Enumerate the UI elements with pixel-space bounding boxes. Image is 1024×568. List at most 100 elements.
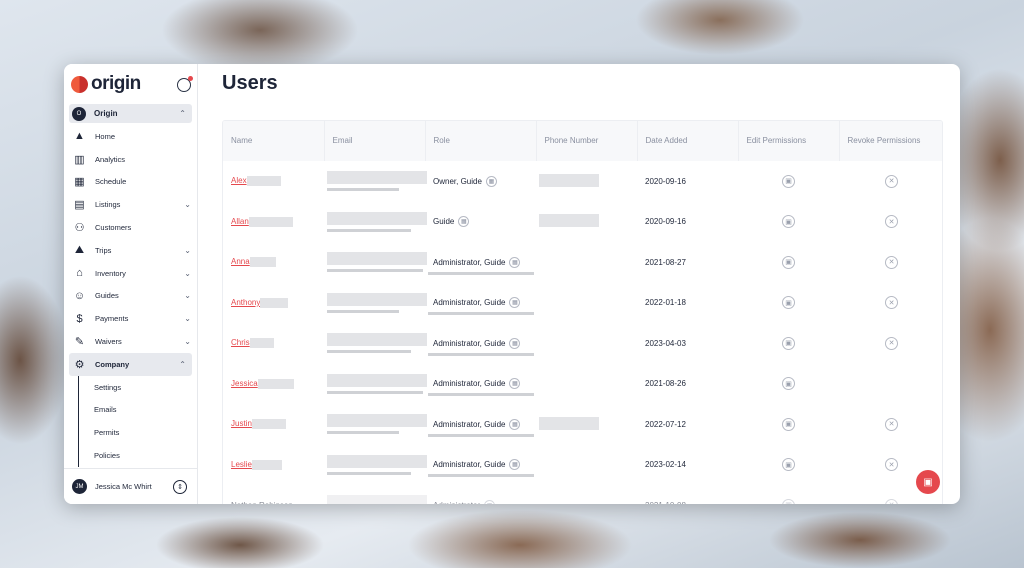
edit-permissions-cell: ▣ <box>738 404 839 445</box>
chevron-down-icon: ⌄ <box>184 337 191 347</box>
role-underline <box>428 474 534 477</box>
sidebar-item-label: Waivers <box>95 337 122 347</box>
listing-icon: ▤ <box>74 199 85 212</box>
lock-icon[interactable]: ▣ <box>782 336 795 350</box>
waiver-icon: ✎ <box>74 336 85 349</box>
lock-icon[interactable]: ▣ <box>782 417 795 431</box>
trash-icon[interactable]: ✕ <box>885 255 898 269</box>
role-text: Administrator, Guide <box>433 338 506 348</box>
gear-icon: ⚙ <box>74 358 85 371</box>
trash-icon[interactable]: ✕ <box>885 215 898 229</box>
sidebar-item-label: Listings <box>95 200 121 210</box>
sidebar-item-listings[interactable]: ▤ Listings ⌄ <box>64 193 197 216</box>
redacted-surname <box>251 419 286 430</box>
org-switcher[interactable]: O Origin ⌃ <box>69 104 192 123</box>
role-cell: Administrator ▦ <box>425 485 536 504</box>
sidebar-item-label: Inventory <box>95 268 126 278</box>
column-header[interactable]: Date Added <box>637 121 739 161</box>
redacted-email-underline <box>327 471 411 475</box>
sidebar-item-label: Analytics <box>95 154 126 164</box>
trash-icon[interactable]: ✕ <box>885 336 898 350</box>
org-label: Origin <box>94 109 118 118</box>
role-text: Owner, Guide <box>433 176 482 186</box>
lock-icon[interactable]: ▣ <box>782 174 795 188</box>
date-cell: 2020-09-16 <box>645 217 686 227</box>
chat-button[interactable]: ▣ <box>916 470 940 494</box>
sidebar-subitem-emails[interactable]: Emails <box>79 399 197 422</box>
column-header[interactable]: Phone Number <box>536 121 638 161</box>
sidebar-item-schedule[interactable]: ▦ Schedule <box>64 171 197 194</box>
column-header[interactable]: Email <box>324 121 426 161</box>
trash-icon[interactable]: ✕ <box>885 498 898 504</box>
user-name-link[interactable]: Jessica <box>231 379 258 388</box>
lock-icon[interactable]: ▣ <box>782 498 795 504</box>
user-name-link[interactable]: Alex <box>231 176 247 185</box>
edit-role-icon[interactable]: ▦ <box>509 378 521 390</box>
chevron-down-icon: ⌄ <box>184 291 191 301</box>
user-name-link[interactable]: Anna <box>231 257 250 266</box>
trash-icon[interactable]: ✕ <box>885 417 898 431</box>
lock-icon[interactable]: ▣ <box>782 296 795 310</box>
sidebar-subitem-policies[interactable]: Policies <box>79 444 197 467</box>
sidebar-item-company[interactable]: ⚙ Company ⌃ <box>69 352 192 376</box>
trash-icon[interactable]: ✕ <box>885 174 898 188</box>
sidebar-item-trips[interactable]: ⛰ Trips ⌄ <box>64 239 197 262</box>
expand-toggle-icon[interactable]: ⇕ <box>173 479 187 494</box>
lock-icon[interactable]: ▣ <box>782 255 795 269</box>
chevron-up-icon: ⌃ <box>179 109 186 118</box>
column-header[interactable]: Edit Permissions <box>738 121 840 161</box>
name-cell: Chris <box>223 323 324 364</box>
revoke-permissions-cell: ✕ <box>839 283 942 324</box>
role-cell: Guide ▦ <box>425 202 536 243</box>
user-name-link[interactable]: Chris <box>231 338 250 347</box>
user-name-link[interactable]: Justin <box>231 419 252 428</box>
notifications-icon[interactable] <box>177 76 193 92</box>
role-cell: Administrator, Guide ▦ <box>425 283 536 324</box>
column-header[interactable]: Name <box>223 121 325 161</box>
edit-role-icon[interactable]: ▦ <box>458 216 470 228</box>
user-name-link[interactable]: Allan <box>231 217 249 226</box>
table-row: Jessica Administrator, Guide ▦ 2021-08-26 ▣ <box>223 364 942 405</box>
edit-role-icon[interactable]: ▦ <box>509 297 521 309</box>
sidebar-item-customers[interactable]: ⚇ Customers <box>64 216 197 239</box>
chevron-down-icon: ⌄ <box>184 200 191 210</box>
user-name-link[interactable]: Anthony <box>231 298 260 307</box>
phone-cell <box>536 242 637 283</box>
edit-role-icon[interactable]: ▦ <box>509 337 521 349</box>
sidebar-subitem-permits[interactable]: Permits <box>79 421 197 444</box>
lock-icon[interactable]: ▣ <box>782 458 795 472</box>
role-text: Administrator, Guide <box>433 460 506 470</box>
sidebar-item-inventory[interactable]: ⌂ Inventory ⌄ <box>64 262 197 285</box>
sidebar-item-waivers[interactable]: ✎ Waivers ⌄ <box>64 330 197 353</box>
sidebar-item-label: Company <box>95 359 130 369</box>
edit-role-icon[interactable]: ▦ <box>485 175 497 187</box>
sidebar-item-analytics[interactable]: ▥ Analytics <box>64 148 197 171</box>
user-bar[interactable]: JM Jessica Mc Whirt ⇕ <box>64 468 197 504</box>
sidebar-item-home[interactable]: ▲ Home <box>64 125 197 148</box>
redacted-email <box>327 495 427 504</box>
edit-role-icon[interactable]: ▦ <box>509 256 521 268</box>
sidebar-subitem-settings[interactable]: Settings <box>79 376 197 399</box>
lock-icon[interactable]: ▣ <box>782 215 795 229</box>
sidebar-item-label: Schedule <box>95 177 127 187</box>
column-header[interactable]: Role <box>425 121 537 161</box>
trash-icon[interactable]: ✕ <box>885 296 898 310</box>
table-row: Leslie Administrator, Guide ▦ 2023-02-14 ▣ ✕ <box>223 445 942 486</box>
revoke-permissions-cell: ✕ <box>839 323 942 364</box>
lock-icon[interactable]: ▣ <box>782 377 795 391</box>
role-cell: Owner, Guide ▦ <box>425 161 536 202</box>
role-cell: Administrator, Guide ▦ <box>425 364 536 405</box>
edit-role-icon[interactable]: ▦ <box>509 459 521 471</box>
user-name-link[interactable]: Leslie <box>231 460 252 469</box>
edit-role-icon[interactable]: ▦ <box>484 499 496 504</box>
sidebar-item-payments[interactable]: $ Payments ⌄ <box>64 307 197 330</box>
brand[interactable]: origin <box>64 64 197 104</box>
role-cell: Administrator, Guide ▦ <box>425 404 536 445</box>
column-header[interactable]: Revoke Permissions <box>839 121 942 161</box>
chevron-down-icon: ⌄ <box>184 314 191 324</box>
name-cell: Anthony <box>223 283 324 324</box>
redacted-email-underline <box>327 350 411 354</box>
trash-icon[interactable]: ✕ <box>885 458 898 472</box>
sidebar-item-guides[interactable]: ☺ Guides ⌄ <box>64 285 197 308</box>
edit-role-icon[interactable]: ▦ <box>509 418 521 430</box>
